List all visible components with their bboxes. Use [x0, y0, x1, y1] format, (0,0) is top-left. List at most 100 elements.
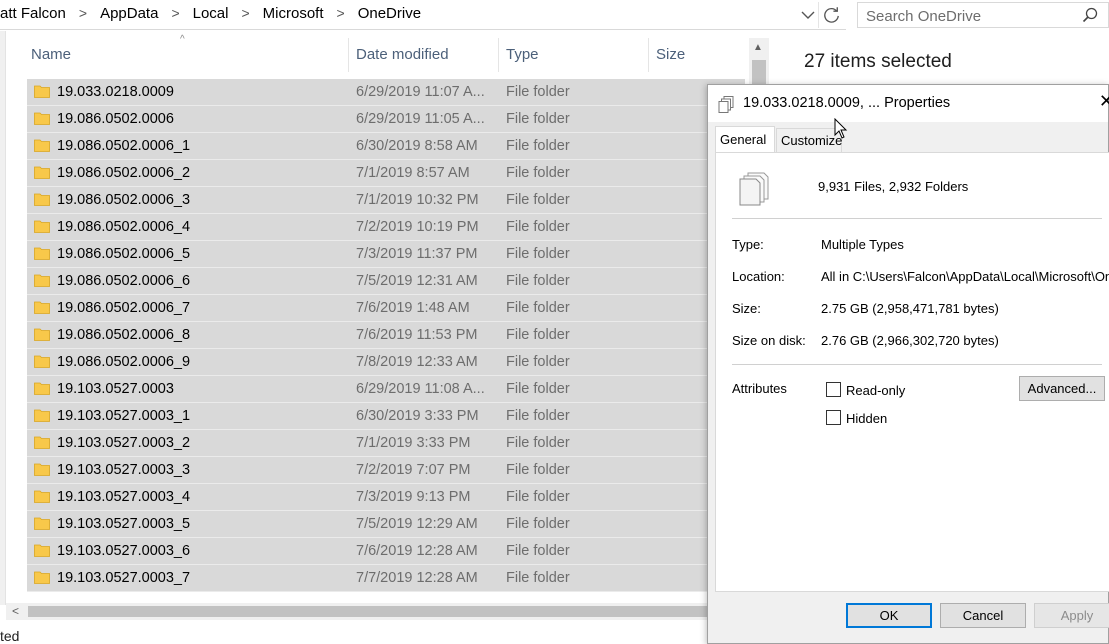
breadcrumb-item-user[interactable]: att Falcon: [0, 5, 66, 22]
search-icon[interactable]: [1082, 7, 1098, 23]
file-type: File folder: [506, 435, 570, 451]
table-row[interactable]: 19.103.0527.0003_7 7/7/2019 12:28 AM File …: [27, 565, 745, 592]
folder-icon: [34, 220, 50, 233]
file-type: File folder: [506, 489, 570, 505]
ok-button[interactable]: OK: [846, 603, 932, 628]
tab-customize[interactable]: Customize: [776, 128, 842, 152]
dialog-title-bar[interactable]: 19.033.0218.0009, ... Properties ✕: [708, 85, 1109, 122]
file-name[interactable]: 19.086.0502.0006_5: [57, 246, 190, 262]
table-row[interactable]: 19.086.0502.0006_8 7/6/2019 11:53 PM File …: [27, 322, 745, 349]
file-type: File folder: [506, 138, 570, 154]
horizontal-scrollbar[interactable]: <: [6, 603, 749, 620]
file-name[interactable]: 19.103.0527.0003_6: [57, 543, 190, 559]
breadcrumb-item-local[interactable]: Local: [193, 5, 229, 22]
cancel-button[interactable]: Cancel: [940, 603, 1026, 628]
file-date-modified: 7/6/2019 11:53 PM: [356, 327, 478, 343]
scrollbar-thumb[interactable]: [28, 606, 728, 617]
folder-icon: [34, 382, 50, 395]
folder-icon: [34, 490, 50, 503]
hidden-label[interactable]: Hidden: [846, 411, 887, 426]
tab-general[interactable]: General: [715, 126, 775, 152]
table-row[interactable]: 19.086.0502.0006_9 7/8/2019 12:33 AM File …: [27, 349, 745, 376]
file-name[interactable]: 19.103.0527.0003_7: [57, 570, 190, 586]
chevron-down-icon[interactable]: [799, 6, 817, 24]
table-row[interactable]: 19.103.0527.0003_4 7/3/2019 9:13 PM File f…: [27, 484, 745, 511]
search-input[interactable]: Search OneDrive: [857, 2, 1109, 28]
scroll-up-icon[interactable]: ▲: [753, 42, 763, 53]
file-name[interactable]: 19.086.0502.0006_2: [57, 165, 190, 181]
table-row[interactable]: 19.086.0502.0006_2 7/1/2019 8:57 AM File f…: [27, 160, 745, 187]
breadcrumb-item-appdata[interactable]: AppData: [100, 5, 158, 22]
type-value[interactable]: Multiple Types: [821, 237, 1109, 252]
table-row[interactable]: 19.033.0218.0009 6/29/2019 11:07 A... File…: [27, 79, 745, 106]
read-only-checkbox[interactable]: [826, 382, 841, 397]
file-name[interactable]: 19.086.0502.0006_3: [57, 192, 190, 208]
table-row[interactable]: 19.103.0527.0003_6 7/6/2019 12:28 AM File …: [27, 538, 745, 565]
file-name[interactable]: 19.103.0527.0003_4: [57, 489, 190, 505]
file-name[interactable]: 19.086.0502.0006: [57, 111, 174, 127]
file-name[interactable]: 19.086.0502.0006_1: [57, 138, 190, 154]
file-date-modified: 6/30/2019 8:58 AM: [356, 138, 478, 154]
table-row[interactable]: 19.086.0502.0006 6/29/2019 11:05 A... File…: [27, 106, 745, 133]
size-on-disk-value[interactable]: 2.76 GB (2,966,302,720 bytes): [821, 333, 1109, 348]
file-date-modified: 6/29/2019 11:07 A...: [356, 84, 485, 100]
breadcrumb-separator-icon[interactable]: >: [79, 5, 87, 21]
column-header-name[interactable]: Name: [27, 38, 349, 72]
breadcrumb-item-onedrive[interactable]: OneDrive: [358, 5, 421, 22]
column-header-type[interactable]: Type: [499, 38, 648, 72]
breadcrumb-separator-icon[interactable]: >: [171, 5, 179, 21]
table-row[interactable]: 19.103.0527.0003_5 7/5/2019 12:29 AM File …: [27, 511, 745, 538]
scroll-left-icon[interactable]: <: [12, 604, 19, 618]
file-name[interactable]: 19.033.0218.0009: [57, 84, 174, 100]
status-bar-text: ted: [0, 628, 20, 644]
close-icon[interactable]: ✕: [1099, 91, 1109, 112]
table-row[interactable]: 19.103.0527.0003_2 7/1/2019 3:33 PM File f…: [27, 430, 745, 457]
column-header-size[interactable]: Size: [649, 38, 747, 72]
file-date-modified: 7/3/2019 11:37 PM: [356, 246, 478, 262]
table-row[interactable]: 19.086.0502.0006_6 7/5/2019 12:31 AM File …: [27, 268, 745, 295]
address-bar[interactable]: att Falcon > AppData > Local > Microsoft > OneDr…: [0, 0, 846, 30]
file-name[interactable]: 19.086.0502.0006_9: [57, 354, 190, 370]
table-row[interactable]: 19.103.0527.0003_3 7/2/2019 7:07 PM File f…: [27, 457, 745, 484]
file-name[interactable]: 19.103.0527.0003: [57, 381, 174, 397]
table-row[interactable]: 19.086.0502.0006_1 6/30/2019 8:58 AM File …: [27, 133, 745, 160]
table-row[interactable]: 19.086.0502.0006_4 7/2/2019 10:19 PM File …: [27, 214, 745, 241]
navigation-pane-edge[interactable]: [0, 31, 6, 605]
file-name[interactable]: 19.086.0502.0006_4: [57, 219, 190, 235]
column-header-date[interactable]: Date modified: [349, 38, 498, 72]
size-value[interactable]: 2.75 GB (2,958,471,781 bytes): [821, 301, 1109, 316]
table-row[interactable]: 19.086.0502.0006_7 7/6/2019 1:48 AM File f…: [27, 295, 745, 322]
file-name[interactable]: 19.086.0502.0006_7: [57, 300, 190, 316]
table-row[interactable]: 19.103.0527.0003 6/29/2019 11:08 A... File…: [27, 376, 745, 403]
folder-icon: [34, 112, 50, 125]
file-name[interactable]: 19.086.0502.0006_6: [57, 273, 190, 289]
read-only-label[interactable]: Read-only: [846, 383, 905, 398]
location-value[interactable]: All in C:\Users\Falcon\AppData\Local\Mic…: [821, 269, 1109, 284]
attributes-label: Attributes: [732, 381, 787, 396]
file-date-modified: 7/1/2019 3:33 PM: [356, 435, 471, 451]
advanced-button[interactable]: Advanced...: [1019, 376, 1105, 401]
folder-icon: [34, 85, 50, 98]
file-name[interactable]: 19.086.0502.0006_8: [57, 327, 190, 343]
hidden-checkbox[interactable]: [826, 410, 841, 425]
table-row[interactable]: 19.086.0502.0006_5 7/3/2019 11:37 PM File …: [27, 241, 745, 268]
file-name[interactable]: 19.103.0527.0003_3: [57, 462, 190, 478]
breadcrumb-separator-icon[interactable]: >: [241, 5, 249, 21]
mouse-cursor-icon: [834, 118, 848, 139]
breadcrumb-separator-icon[interactable]: >: [337, 5, 345, 21]
file-date-modified: 7/5/2019 12:31 AM: [356, 273, 478, 289]
table-row[interactable]: 19.086.0502.0006_3 7/1/2019 10:32 PM File …: [27, 187, 745, 214]
file-name[interactable]: 19.103.0527.0003_1: [57, 408, 190, 424]
file-type: File folder: [506, 543, 570, 559]
file-name[interactable]: 19.103.0527.0003_5: [57, 516, 190, 532]
breadcrumb-item-microsoft[interactable]: Microsoft: [263, 5, 324, 22]
file-name[interactable]: 19.103.0527.0003_2: [57, 435, 190, 451]
apply-button[interactable]: Apply: [1034, 603, 1109, 628]
file-type: File folder: [506, 273, 570, 289]
location-label: Location:: [732, 269, 785, 284]
table-row[interactable]: 19.103.0527.0003_1 6/30/2019 3:33 PM File …: [27, 403, 745, 430]
refresh-icon[interactable]: [818, 2, 844, 28]
file-date-modified: 7/1/2019 8:57 AM: [356, 165, 470, 181]
size-label: Size:: [732, 301, 761, 316]
general-panel: 9,931 Files, 2,932 Folders Type: Multipl…: [715, 152, 1109, 592]
